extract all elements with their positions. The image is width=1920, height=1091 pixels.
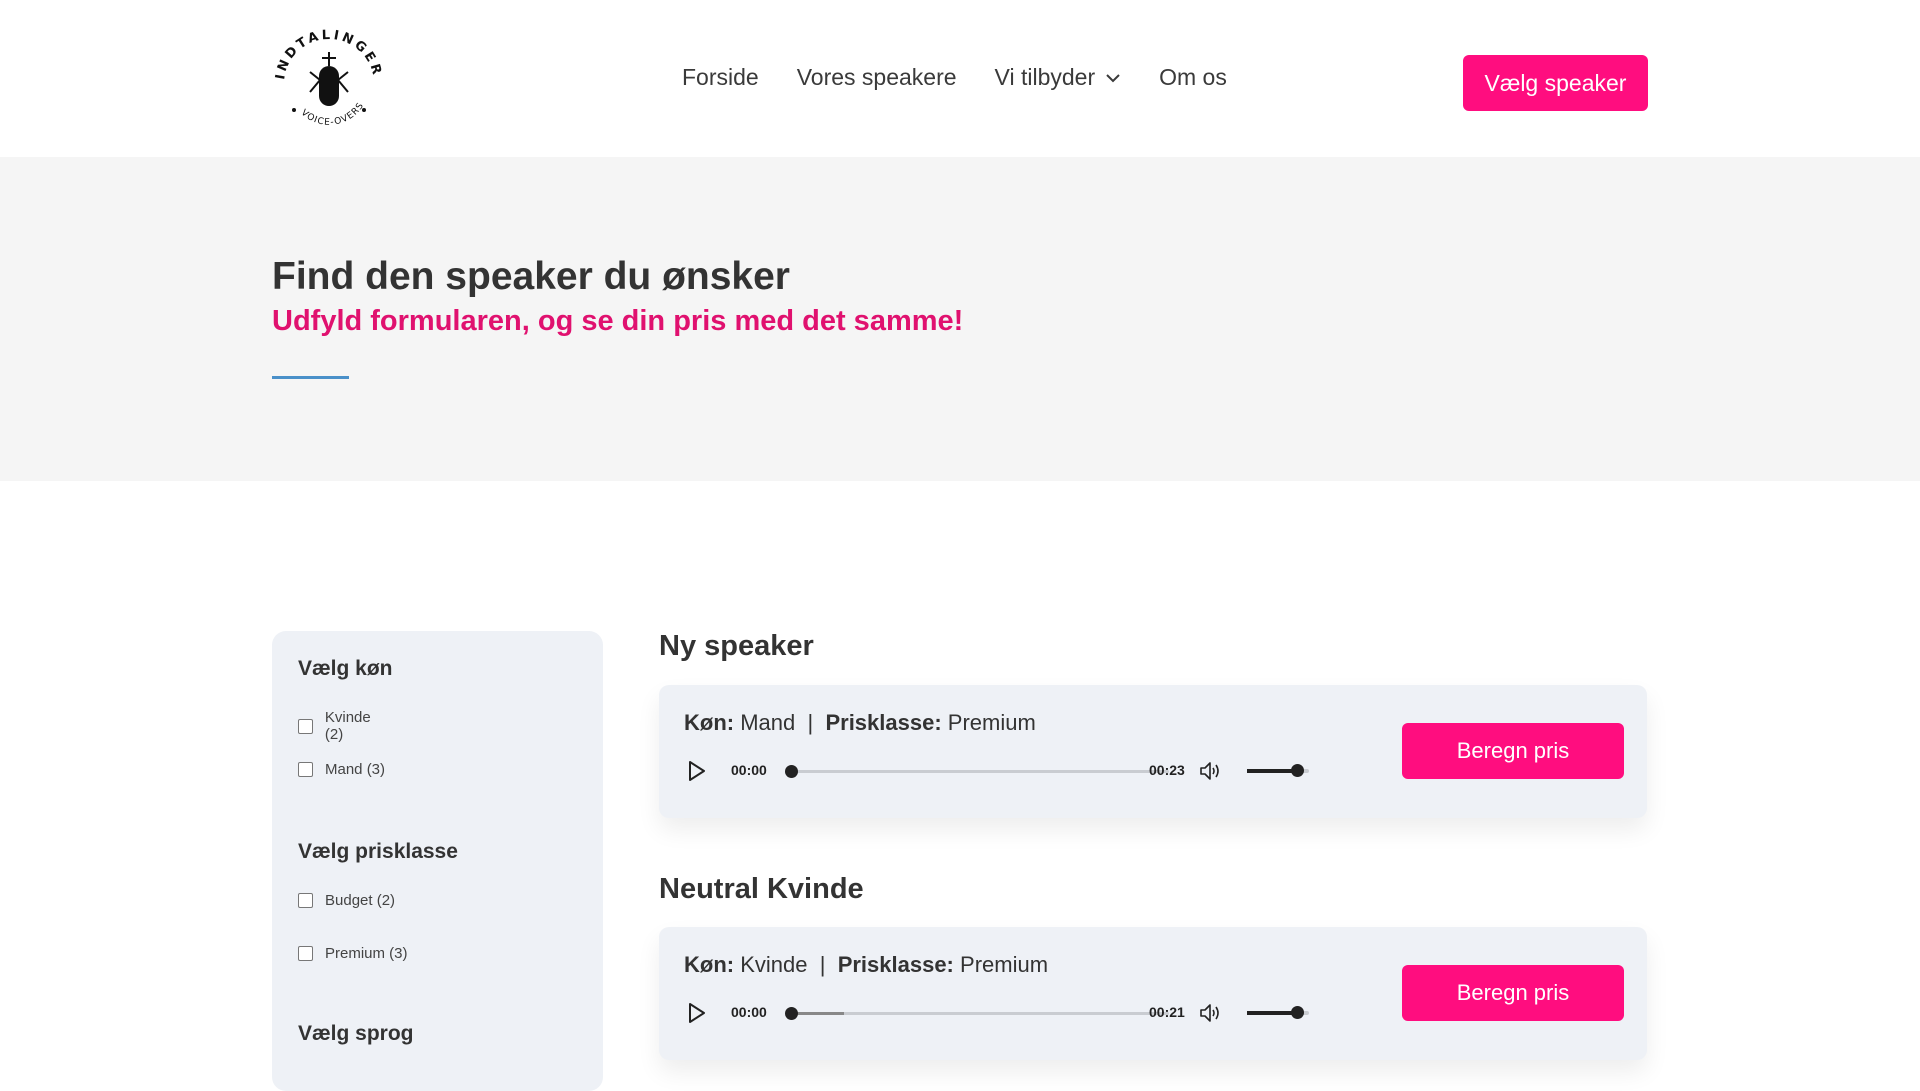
- checkbox[interactable]: [298, 893, 313, 908]
- page-subtitle: Udfyld formularen, og se din pris med de…: [272, 305, 964, 337]
- volume-handle[interactable]: [1291, 764, 1304, 777]
- filter-option-premium[interactable]: Premium (3): [298, 945, 408, 962]
- volume-slider[interactable]: [1247, 1006, 1309, 1019]
- play-icon[interactable]: [684, 1001, 708, 1025]
- filter-option-mand[interactable]: Mand (3): [298, 761, 385, 778]
- current-time: 00:00: [731, 762, 767, 778]
- filter-option-budget[interactable]: Budget (2): [298, 892, 395, 909]
- speaker-name: Ny speaker: [659, 630, 814, 662]
- speaker-meta: Køn: Kvinde | Prisklasse: Premium: [684, 952, 1048, 978]
- volume-slider[interactable]: [1247, 764, 1309, 777]
- volume-icon[interactable]: [1199, 760, 1223, 782]
- calculate-price-button[interactable]: Beregn pris: [1402, 723, 1624, 779]
- seek-handle[interactable]: [785, 1007, 798, 1020]
- page-title: Find den speaker du ønsker: [272, 255, 790, 298]
- price-class-filter: Vælg prisklasse Budget (2) Premium (3): [298, 840, 458, 962]
- volume-handle[interactable]: [1291, 1006, 1304, 1019]
- indtalinger-logo[interactable]: INDTALINGER VOICE-OVERS: [270, 22, 388, 140]
- price-class-label: Prisklasse:: [825, 710, 942, 735]
- filter-sidebar: Vælg køn Kvinde (2) Mand (3) Vælg priskl…: [272, 631, 603, 1091]
- site-header: INDTALINGER VOICE-OVERS Forside Vores sp…: [0, 0, 1920, 157]
- speaker-name: Neutral Kvinde: [659, 873, 864, 905]
- filter-title: Vælg sprog: [298, 1022, 414, 1045]
- seek-bar[interactable]: [785, 765, 1169, 778]
- nav-om-os[interactable]: Om os: [1159, 64, 1227, 91]
- nav-forside[interactable]: Forside: [682, 64, 759, 91]
- nav-vi-tilbyder[interactable]: Vi tilbyder: [995, 64, 1122, 91]
- speaker-card: Køn: Kvinde | Prisklasse: Premium 00:00 …: [659, 927, 1647, 1060]
- duration: 00:23: [1149, 762, 1185, 778]
- price-class-value: Premium: [947, 710, 1036, 735]
- filter-option-label: Mand (3): [325, 761, 386, 778]
- chevron-down-icon: [1106, 73, 1120, 82]
- speaker-meta: Køn: Mand | Prisklasse: Premium: [684, 710, 1036, 736]
- filter-option-label: Premium (3): [325, 945, 408, 962]
- gender-value: Mand: [740, 710, 796, 735]
- current-time: 00:00: [731, 1004, 767, 1020]
- filter-title: Vælg køn: [298, 657, 393, 680]
- audio-player: 00:00 00:23: [684, 755, 1344, 787]
- play-icon[interactable]: [684, 759, 708, 783]
- meta-separator: |: [819, 952, 826, 977]
- checkbox[interactable]: [298, 718, 313, 734]
- hero-section: Find den speaker du ønsker Udfyld formul…: [0, 157, 1920, 481]
- duration: 00:21: [1149, 1004, 1185, 1020]
- filter-option-label: Budget (2): [325, 892, 396, 909]
- speaker-card: Køn: Mand | Prisklasse: Premium 00:00 00…: [659, 685, 1647, 818]
- gender-label: Køn:: [684, 710, 735, 735]
- volume-icon[interactable]: [1199, 1002, 1223, 1024]
- price-class-label: Prisklasse:: [837, 952, 954, 977]
- nav-label: Om os: [1159, 64, 1227, 90]
- nav-label: Vi tilbyder: [994, 64, 1096, 90]
- filter-option-kvinde[interactable]: Kvinde (2): [298, 709, 393, 743]
- price-class-value: Premium: [960, 952, 1049, 977]
- checkbox[interactable]: [298, 946, 313, 961]
- gender-label: Køn:: [684, 952, 735, 977]
- audio-player: 00:00 00:21: [684, 997, 1344, 1029]
- filter-option-label: Kvinde (2): [324, 709, 371, 743]
- language-filter: Vælg sprog: [298, 1022, 414, 1046]
- seek-handle[interactable]: [785, 765, 798, 778]
- meta-separator: |: [807, 710, 814, 735]
- nav-label: Vores speakere: [796, 64, 957, 90]
- title-divider: [272, 376, 349, 379]
- nav-label: Forside: [682, 64, 759, 90]
- nav-vores-speakere[interactable]: Vores speakere: [797, 64, 957, 91]
- gender-filter: Vælg køn Kvinde (2) Mand (3): [298, 657, 393, 778]
- calculate-price-button[interactable]: Beregn pris: [1402, 965, 1624, 1021]
- gender-value: Kvinde: [740, 952, 808, 977]
- filter-title: Vælg prisklasse: [298, 840, 458, 863]
- choose-speaker-button[interactable]: Vælg speaker: [1463, 55, 1648, 111]
- seek-bar[interactable]: [785, 1007, 1169, 1020]
- volume-fill: [1247, 1011, 1297, 1015]
- main-nav: Forside Vores speakere Vi tilbyder Om os: [682, 64, 1227, 91]
- checkbox[interactable]: [298, 762, 313, 777]
- volume-fill: [1247, 769, 1297, 773]
